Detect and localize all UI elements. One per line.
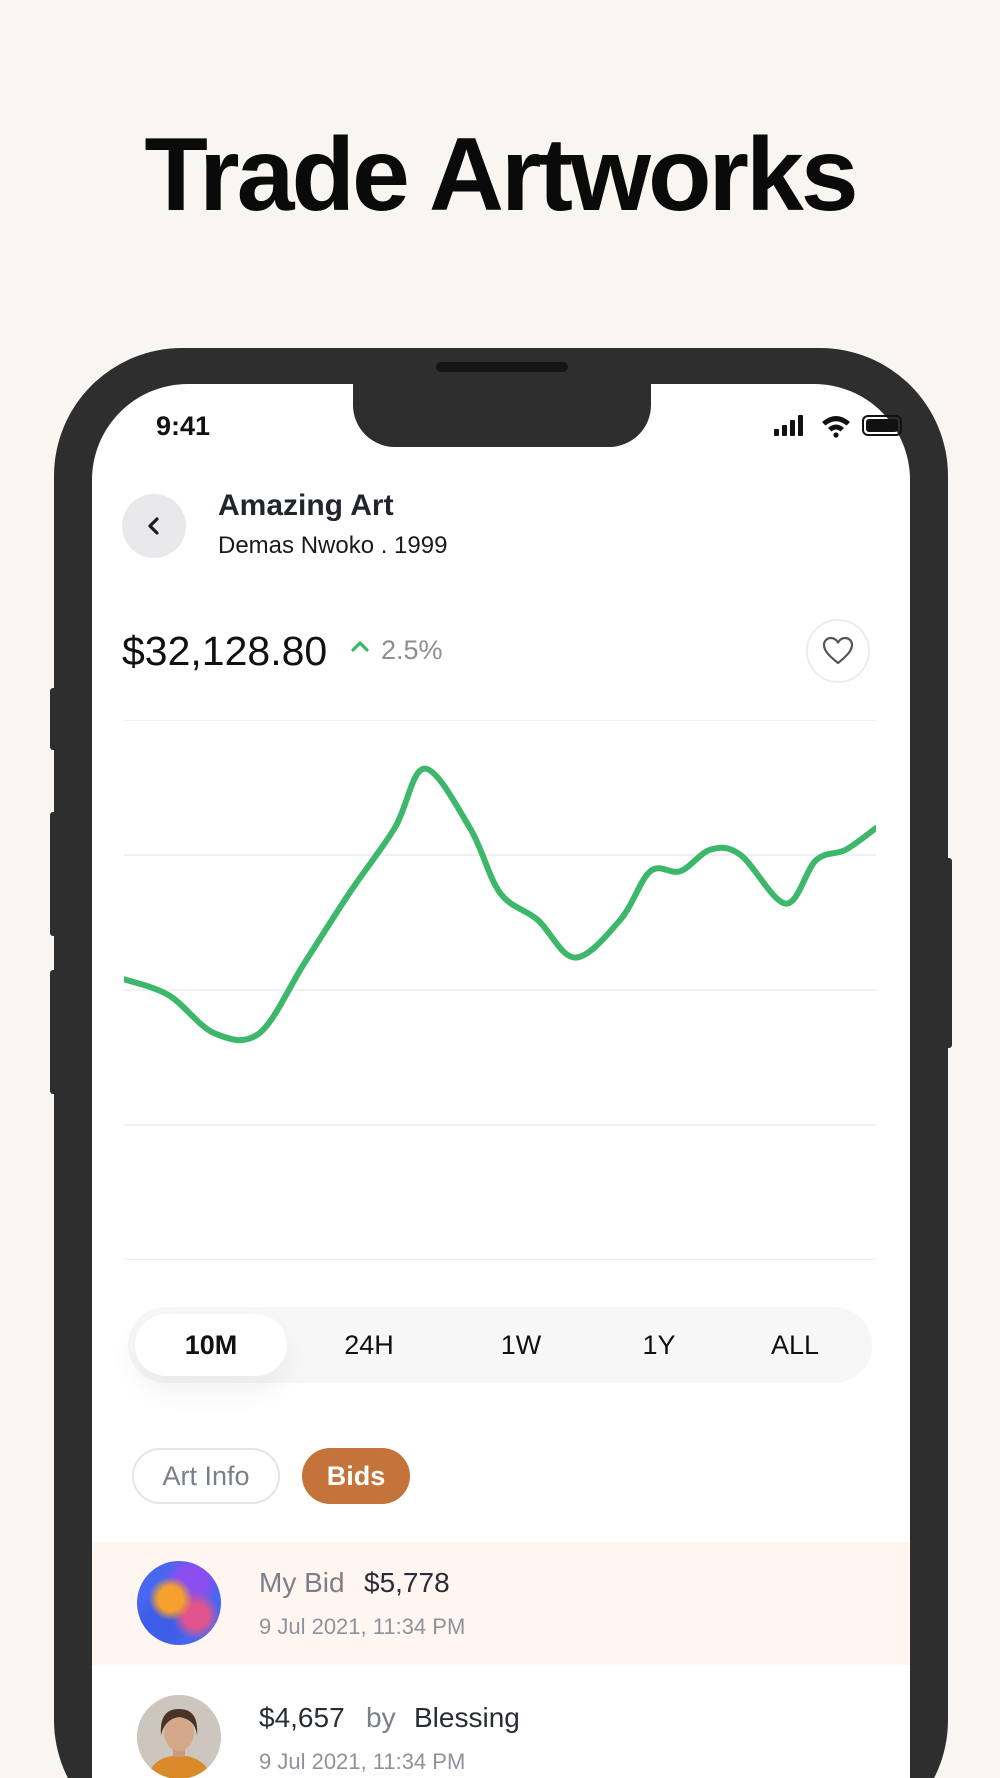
artwork-subtitle: Demas Nwoko . 1999 <box>218 532 448 559</box>
phone-speaker <box>436 362 568 372</box>
phone-volume-down-button <box>50 970 58 1094</box>
wifi-icon <box>822 416 850 438</box>
price-chart <box>124 720 876 1260</box>
page-headline: Trade Artworks <box>144 117 858 233</box>
range-option-all[interactable]: ALL <box>736 1314 854 1376</box>
phone-power-button <box>944 858 952 1048</box>
back-button[interactable] <box>122 494 186 558</box>
range-option-1w[interactable]: 1W <box>462 1314 580 1376</box>
bid-time: 9 Jul 2021, 11:34 PM <box>259 1614 466 1639</box>
price-change: 2.5% <box>381 635 443 665</box>
phone-notch <box>353 372 651 447</box>
chart-series-line <box>124 765 876 1044</box>
bid-amount: $4,657 <box>259 1702 345 1733</box>
tab-bids[interactable]: Bids <box>302 1448 410 1504</box>
chevron-up-icon <box>351 641 369 652</box>
tab-art-info[interactable]: Art Info <box>132 1448 280 1504</box>
status-time: 9:41 <box>156 411 211 441</box>
status-icons <box>774 412 904 438</box>
bid-amount: $5,778 <box>364 1567 450 1598</box>
favorite-button[interactable] <box>806 619 870 683</box>
heart-icon <box>822 636 854 665</box>
range-option-10m[interactable]: 10M <box>135 1314 287 1376</box>
range-option-24h[interactable]: 24H <box>310 1314 428 1376</box>
chevron-left-icon <box>148 517 159 535</box>
range-option-1y[interactable]: 1Y <box>600 1314 718 1376</box>
artwork-price: $32,128.80 <box>122 628 328 674</box>
avatar <box>137 1561 221 1645</box>
phone-side-button <box>50 688 58 750</box>
bid-time: 9 Jul 2021, 11:34 PM <box>259 1749 466 1774</box>
battery-icon <box>862 415 902 436</box>
bid-label: My Bid <box>259 1567 345 1598</box>
signal-icon <box>774 415 803 436</box>
avatar <box>137 1695 221 1778</box>
bid-by-label: by <box>366 1702 396 1733</box>
bidder-name: Blessing <box>414 1702 520 1733</box>
artwork-title: Amazing Art <box>218 489 394 522</box>
phone-volume-up-button <box>50 812 58 936</box>
